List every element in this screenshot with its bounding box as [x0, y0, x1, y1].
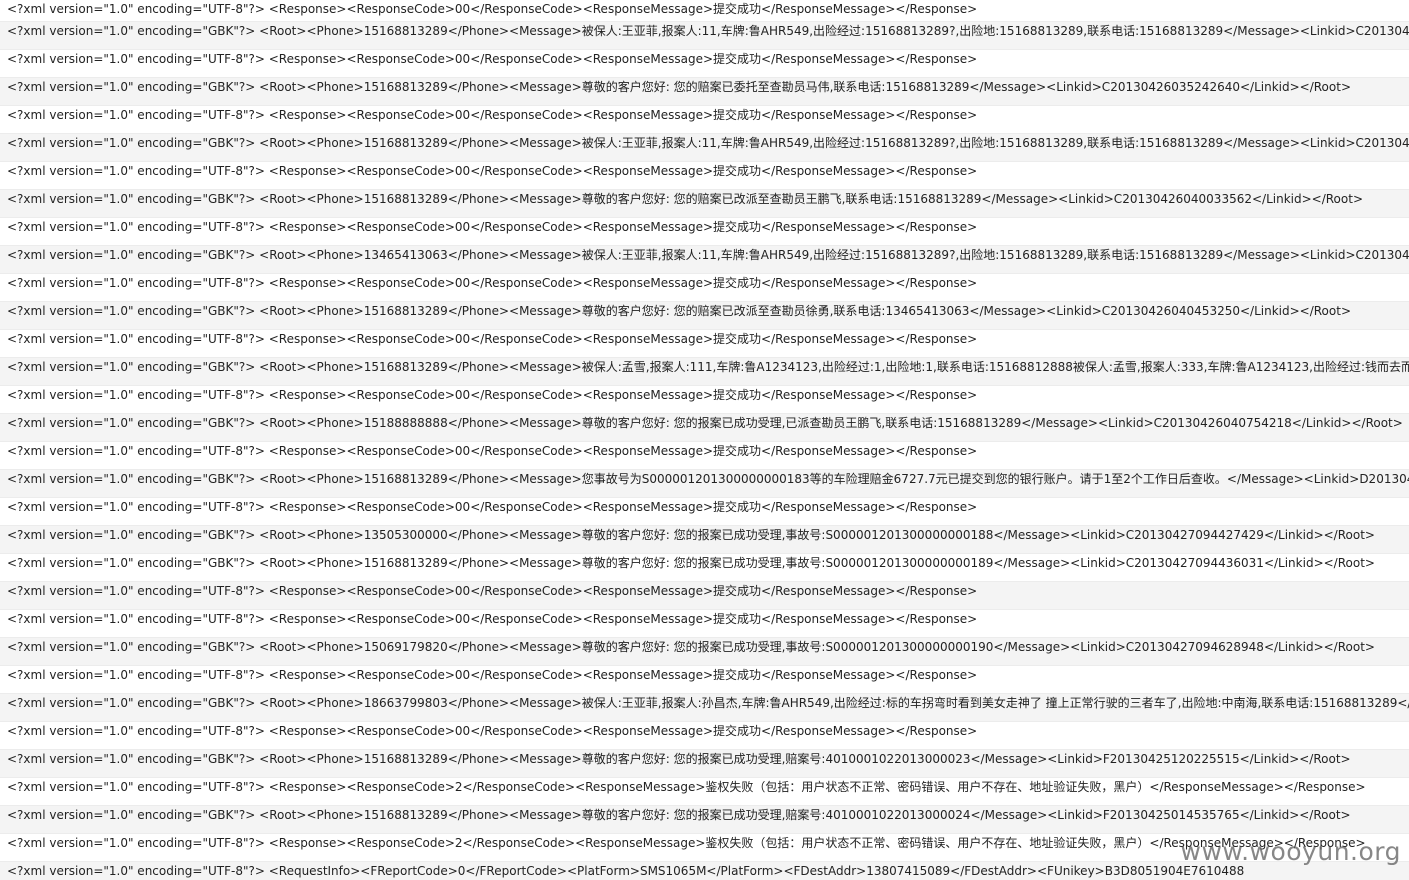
log-line: <?xml version="1.0" encoding="UTF-8"?> <… [0, 666, 1409, 694]
log-line-text: <?xml version="1.0" encoding="UTF-8"?> <… [7, 584, 978, 598]
log-line-text: <?xml version="1.0" encoding="UTF-8"?> <… [7, 500, 978, 514]
log-line-text: <?xml version="1.0" encoding="UTF-8"?> <… [7, 780, 1366, 794]
log-line-text: <?xml version="1.0" encoding="UTF-8"?> <… [7, 220, 978, 234]
log-line: <?xml version="1.0" encoding="GBK"?> <Ro… [0, 22, 1409, 50]
log-line-text: <?xml version="1.0" encoding="GBK"?> <Ro… [7, 808, 1351, 822]
log-line-text: <?xml version="1.0" encoding="UTF-8"?> <… [7, 276, 978, 290]
log-line: <?xml version="1.0" encoding="GBK"?> <Ro… [0, 134, 1409, 162]
log-line: <?xml version="1.0" encoding="UTF-8"?> <… [0, 834, 1409, 862]
log-line: <?xml version="1.0" encoding="UTF-8"?> <… [0, 442, 1409, 470]
log-line: <?xml version="1.0" encoding="UTF-8"?> <… [0, 862, 1409, 880]
log-line-text: <?xml version="1.0" encoding="UTF-8"?> <… [7, 108, 978, 122]
log-line-text: <?xml version="1.0" encoding="UTF-8"?> <… [7, 332, 978, 346]
log-line-text: <?xml version="1.0" encoding="UTF-8"?> <… [7, 724, 978, 738]
log-line-text: <?xml version="1.0" encoding="GBK"?> <Ro… [7, 528, 1375, 542]
log-line: <?xml version="1.0" encoding="UTF-8"?> <… [0, 274, 1409, 302]
log-line: <?xml version="1.0" encoding="GBK"?> <Ro… [0, 554, 1409, 582]
log-line: <?xml version="1.0" encoding="UTF-8"?> <… [0, 386, 1409, 414]
log-line: <?xml version="1.0" encoding="GBK"?> <Ro… [0, 638, 1409, 666]
log-line-text: <?xml version="1.0" encoding="UTF-8"?> <… [7, 2, 978, 16]
log-line: <?xml version="1.0" encoding="UTF-8"?> <… [0, 778, 1409, 806]
log-line: <?xml version="1.0" encoding="GBK"?> <Ro… [0, 806, 1409, 834]
log-line: <?xml version="1.0" encoding="GBK"?> <Ro… [0, 470, 1409, 498]
log-line-text: <?xml version="1.0" encoding="GBK"?> <Ro… [7, 136, 1409, 150]
log-line: <?xml version="1.0" encoding="UTF-8"?> <… [0, 722, 1409, 750]
log-line: <?xml version="1.0" encoding="UTF-8"?> <… [0, 50, 1409, 78]
log-line: <?xml version="1.0" encoding="GBK"?> <Ro… [0, 694, 1409, 722]
log-line-text: <?xml version="1.0" encoding="UTF-8"?> <… [7, 164, 978, 178]
log-line: <?xml version="1.0" encoding="UTF-8"?> <… [0, 582, 1409, 610]
log-line: <?xml version="1.0" encoding="GBK"?> <Ro… [0, 78, 1409, 106]
log-line-text: <?xml version="1.0" encoding="GBK"?> <Ro… [7, 696, 1409, 710]
log-line-text: <?xml version="1.0" encoding="UTF-8"?> <… [7, 388, 978, 402]
log-line-text: <?xml version="1.0" encoding="GBK"?> <Ro… [7, 248, 1409, 262]
log-line: <?xml version="1.0" encoding="GBK"?> <Ro… [0, 750, 1409, 778]
log-line: <?xml version="1.0" encoding="UTF-8"?> <… [0, 218, 1409, 246]
log-line-text: <?xml version="1.0" encoding="GBK"?> <Ro… [7, 360, 1409, 374]
log-line-text: <?xml version="1.0" encoding="GBK"?> <Ro… [7, 472, 1409, 486]
log-line: <?xml version="1.0" encoding="GBK"?> <Ro… [0, 358, 1409, 386]
log-line-text: <?xml version="1.0" encoding="GBK"?> <Ro… [7, 416, 1403, 430]
log-line: <?xml version="1.0" encoding="GBK"?> <Ro… [0, 246, 1409, 274]
log-line-text: <?xml version="1.0" encoding="UTF-8"?> <… [7, 612, 978, 626]
log-line: <?xml version="1.0" encoding="GBK"?> <Ro… [0, 414, 1409, 442]
log-line: <?xml version="1.0" encoding="UTF-8"?> <… [0, 162, 1409, 190]
log-line-text: <?xml version="1.0" encoding="GBK"?> <Ro… [7, 304, 1351, 318]
log-line-text: <?xml version="1.0" encoding="GBK"?> <Ro… [7, 24, 1409, 38]
log-line: <?xml version="1.0" encoding="UTF-8"?> <… [0, 106, 1409, 134]
log-line-text: <?xml version="1.0" encoding="UTF-8"?> <… [7, 668, 978, 682]
log-line-text: <?xml version="1.0" encoding="GBK"?> <Ro… [7, 80, 1351, 94]
log-line-text: <?xml version="1.0" encoding="GBK"?> <Ro… [7, 640, 1375, 654]
log-line-text: <?xml version="1.0" encoding="GBK"?> <Ro… [7, 752, 1351, 766]
log-line: <?xml version="1.0" encoding="GBK"?> <Ro… [0, 302, 1409, 330]
log-line-text: <?xml version="1.0" encoding="GBK"?> <Ro… [7, 192, 1363, 206]
log-viewer: <?xml version="1.0" encoding="UTF-8"?> <… [0, 0, 1409, 880]
log-line-text: <?xml version="1.0" encoding="UTF-8"?> <… [7, 864, 1245, 878]
log-line: <?xml version="1.0" encoding="UTF-8"?> <… [0, 610, 1409, 638]
log-line-text: <?xml version="1.0" encoding="UTF-8"?> <… [7, 444, 978, 458]
log-line: <?xml version="1.0" encoding="GBK"?> <Ro… [0, 190, 1409, 218]
log-line-text: <?xml version="1.0" encoding="GBK"?> <Ro… [7, 556, 1375, 570]
log-line: <?xml version="1.0" encoding="UTF-8"?> <… [0, 330, 1409, 358]
log-line: <?xml version="1.0" encoding="UTF-8"?> <… [0, 498, 1409, 526]
log-line: <?xml version="1.0" encoding="UTF-8"?> <… [0, 0, 1409, 22]
log-line: <?xml version="1.0" encoding="GBK"?> <Ro… [0, 526, 1409, 554]
log-line-text: <?xml version="1.0" encoding="UTF-8"?> <… [7, 52, 978, 66]
log-line-text: <?xml version="1.0" encoding="UTF-8"?> <… [7, 836, 1366, 850]
